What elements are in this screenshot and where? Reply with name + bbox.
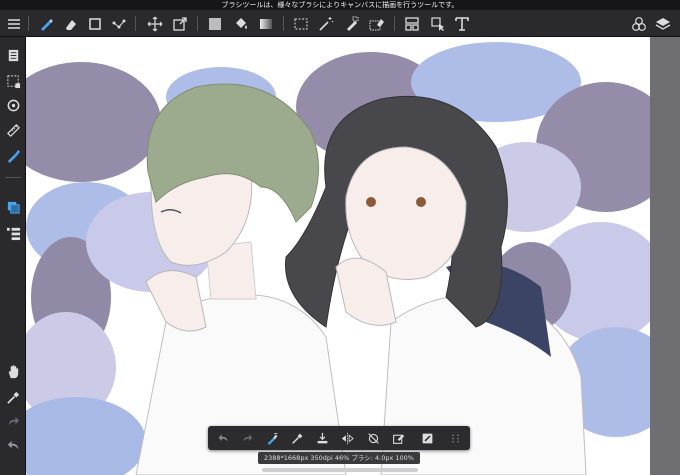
flip-icon[interactable] bbox=[338, 429, 356, 447]
top-toolbar bbox=[0, 10, 680, 37]
layers-icon[interactable] bbox=[653, 14, 673, 34]
floating-toolbar bbox=[208, 426, 470, 450]
canvas-area[interactable] bbox=[26, 37, 650, 475]
gradient-icon[interactable] bbox=[256, 14, 276, 34]
color-square-icon[interactable] bbox=[418, 429, 436, 447]
text-icon[interactable] bbox=[452, 14, 472, 34]
toolbar-divider bbox=[5, 177, 21, 178]
material-icon[interactable] bbox=[629, 14, 649, 34]
tooltip-bar: ブラシツールは、様々なブラシによりキャンバスに描画を行うツールです。 bbox=[0, 0, 680, 10]
grip-icon[interactable] bbox=[446, 429, 464, 447]
home-indicator[interactable] bbox=[262, 468, 418, 472]
magic-wand-icon[interactable] bbox=[316, 14, 336, 34]
fill-color-icon[interactable] bbox=[205, 14, 225, 34]
redo-icon[interactable] bbox=[238, 429, 256, 447]
stabilizer-brush-icon[interactable] bbox=[263, 429, 281, 447]
eraser-icon[interactable] bbox=[60, 14, 80, 34]
transform-icon[interactable] bbox=[170, 14, 190, 34]
dots-icon[interactable] bbox=[109, 14, 129, 34]
select-rect-icon[interactable] bbox=[291, 14, 311, 34]
layer-list-icon[interactable] bbox=[3, 223, 23, 243]
rotate-icon[interactable] bbox=[3, 95, 23, 115]
eyedropper-icon[interactable] bbox=[3, 387, 23, 407]
status-bar: 2388*1668px 350dpi 46% ブラシ: 4.0px 100% bbox=[258, 452, 420, 464]
pages-icon[interactable] bbox=[3, 45, 23, 65]
toolbar-divider bbox=[394, 16, 395, 31]
toolbar-divider bbox=[283, 16, 284, 31]
frame-icon[interactable] bbox=[402, 14, 422, 34]
rectangle-icon[interactable] bbox=[85, 14, 105, 34]
move-icon[interactable] bbox=[145, 14, 165, 34]
brush-active-icon[interactable] bbox=[3, 145, 23, 165]
redo-icon[interactable] bbox=[3, 411, 23, 431]
right-gutter bbox=[650, 37, 680, 475]
selection-icon[interactable] bbox=[3, 71, 23, 91]
select-eraser-icon[interactable] bbox=[367, 14, 387, 34]
ruler-icon[interactable] bbox=[3, 120, 23, 140]
layer-color-icon[interactable] bbox=[3, 197, 23, 217]
brush-icon[interactable] bbox=[36, 14, 56, 34]
illustration-canvas[interactable] bbox=[26, 37, 650, 475]
hand-icon[interactable] bbox=[3, 361, 23, 381]
pointer-icon[interactable] bbox=[428, 14, 448, 34]
select-pen-icon[interactable] bbox=[342, 14, 362, 34]
undo-icon[interactable] bbox=[214, 429, 232, 447]
edit-icon[interactable] bbox=[389, 429, 407, 447]
menu-icon[interactable] bbox=[4, 14, 24, 34]
save-icon[interactable] bbox=[313, 429, 331, 447]
toolbar-divider bbox=[28, 16, 29, 31]
left-toolbar bbox=[0, 37, 26, 475]
toolbar-divider bbox=[197, 16, 198, 31]
bucket-icon[interactable] bbox=[231, 14, 251, 34]
eyedropper-icon[interactable] bbox=[288, 429, 306, 447]
undo-icon[interactable] bbox=[3, 435, 23, 455]
toolbar-divider bbox=[135, 16, 136, 31]
rotate-off-icon[interactable] bbox=[364, 429, 382, 447]
